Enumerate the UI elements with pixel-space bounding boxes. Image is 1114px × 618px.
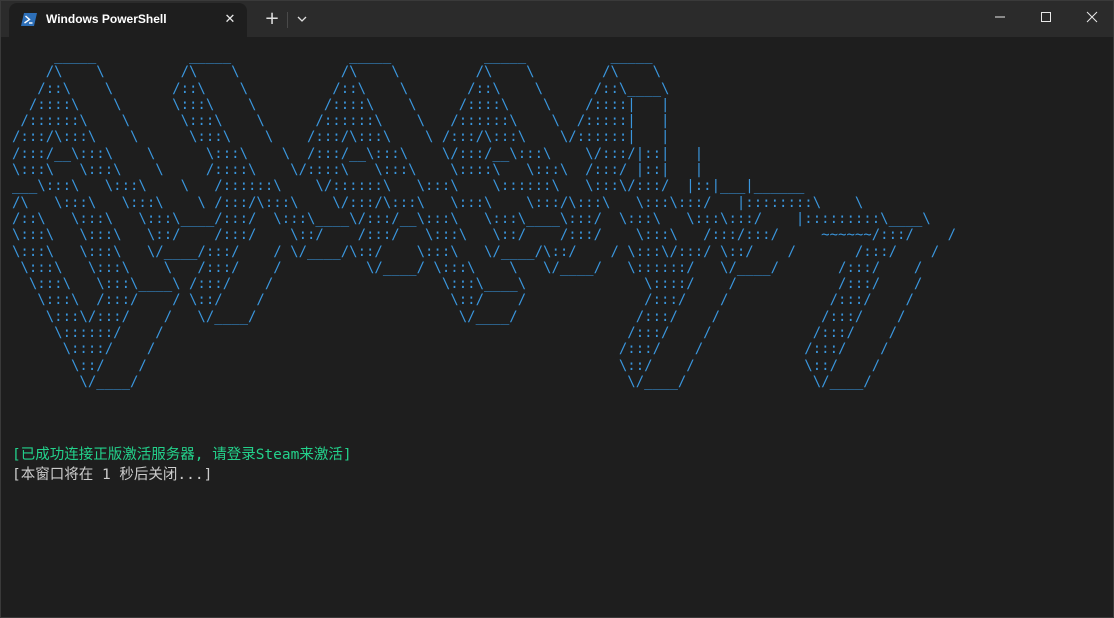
minimize-button[interactable] — [977, 1, 1023, 33]
close-window-button[interactable] — [1069, 1, 1113, 33]
window-closing-message: [本窗口将在 1 秒后关闭...] — [12, 467, 213, 483]
console-output[interactable]: _____ _____ _____ _____ _____ /\ \ /\ \ … — [1, 37, 1113, 617]
close-icon — [1086, 11, 1098, 23]
minimize-icon — [995, 16, 1005, 18]
close-tab-icon[interactable]: ✕ — [221, 11, 239, 29]
powershell-icon — [21, 13, 37, 26]
title-bar[interactable]: Windows PowerShell ✕ + — [1, 1, 1113, 37]
activation-status-message: [已成功连接正版激活服务器, 请登录Steam来激活] — [12, 447, 352, 463]
chevron-down-icon[interactable] — [293, 10, 311, 28]
tab-separator — [287, 12, 288, 28]
maximize-icon — [1041, 12, 1051, 22]
maximize-button[interactable] — [1023, 1, 1069, 33]
ascii-art-banner: _____ _____ _____ _____ _____ /\ \ /\ \ … — [12, 48, 957, 390]
tab-windows-powershell[interactable]: Windows PowerShell ✕ — [9, 3, 247, 37]
new-tab-button[interactable]: + — [261, 8, 283, 30]
terminal-window: Windows PowerShell ✕ + _____ _____ _____… — [0, 0, 1114, 618]
tab-title: Windows PowerShell — [46, 12, 167, 26]
